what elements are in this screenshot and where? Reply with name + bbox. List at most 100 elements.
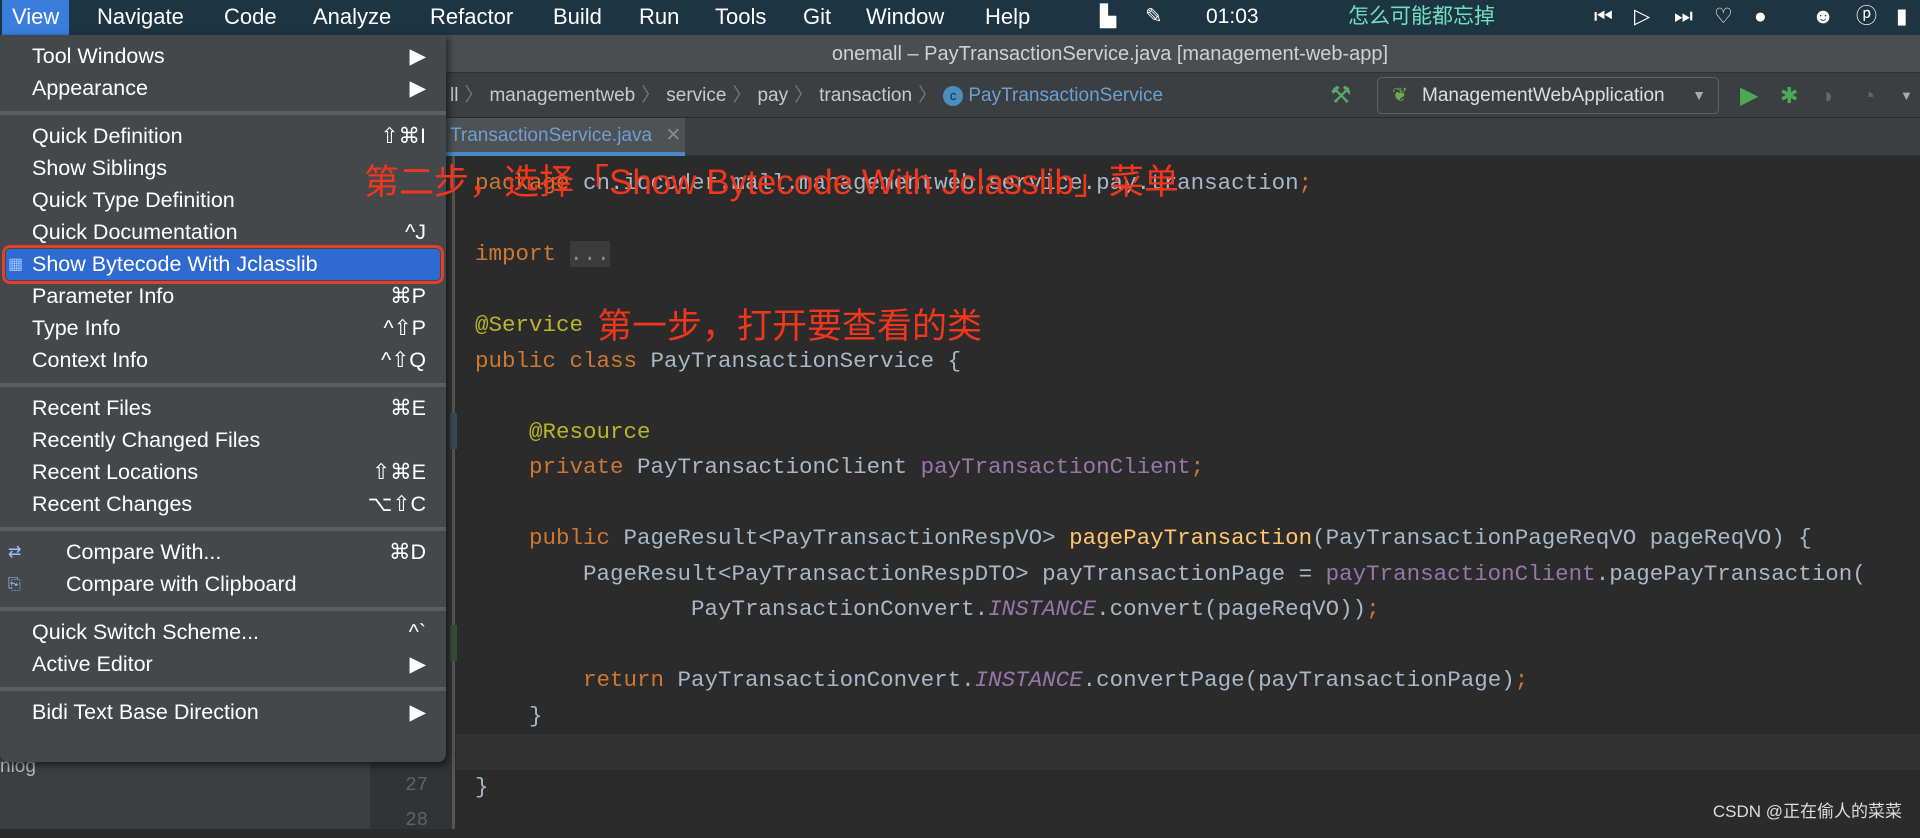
close-tab-icon[interactable]: ✕ xyxy=(665,125,681,146)
heart-icon[interactable]: ♡ xyxy=(1714,0,1733,33)
tab-label: TransactionService.java xyxy=(450,125,653,146)
line-number: 28 xyxy=(405,809,428,831)
display-icon[interactable]: ▙ xyxy=(1100,0,1116,33)
menu-item-quick-switch-scheme[interactable]: Quick Switch Scheme... ^` xyxy=(6,617,440,648)
menu-item-recent-changes[interactable]: Recent Changes ⌥⇧C xyxy=(6,489,440,520)
debug-icon[interactable]: ✱ xyxy=(1780,73,1798,118)
menu-item-recent-locations[interactable]: Recent Locations ⇧⌘E xyxy=(6,457,440,488)
stats-icon[interactable]: ▮ xyxy=(1896,0,1908,33)
code-line: @Service xyxy=(475,308,583,343)
menu-refactor[interactable]: Refactor xyxy=(420,0,523,35)
menu-separator xyxy=(0,111,446,115)
run-configuration-label: ManagementWebApplication xyxy=(1422,85,1665,106)
play-icon[interactable]: ▷ xyxy=(1634,0,1650,33)
code-token: PayTransactionService { xyxy=(637,347,962,374)
menu-shortcut: ^` xyxy=(408,620,426,644)
more-run-options-icon[interactable]: ▼ xyxy=(1900,73,1913,118)
menu-tools[interactable]: Tools xyxy=(705,0,776,35)
menu-item-quick-definition[interactable]: Quick Definition ⇧⌘I xyxy=(6,121,440,152)
menu-separator xyxy=(0,607,446,611)
profile-icon[interactable]: ◔ xyxy=(1862,73,1875,118)
next-track-icon[interactable]: ⏭ xyxy=(1674,0,1693,33)
code-line: return PayTransactionConvert.INSTANCE.co… xyxy=(475,663,1528,698)
menu-item-label: Active Editor xyxy=(32,652,153,676)
menu-analyze[interactable]: Analyze xyxy=(303,0,401,35)
code-token: PayTransactionConvert. xyxy=(664,667,975,693)
code-line: import ... xyxy=(475,237,611,272)
menu-item-type-info[interactable]: Type Info ^⇧P xyxy=(6,313,440,344)
code-token: return xyxy=(583,667,665,693)
code-line: @Resource xyxy=(475,415,651,450)
menu-shortcut: ^J xyxy=(405,220,426,244)
coverage-icon[interactable]: ◗ xyxy=(1822,73,1835,118)
annotation-step-2: 第二步，选择「Show Bytecode With Jclasslib」菜单 xyxy=(364,163,1179,202)
p-app-icon[interactable]: ⓟ xyxy=(1856,0,1877,33)
code-token: INSTANCE xyxy=(988,596,1097,622)
run-configuration-select[interactable]: ❦ ManagementWebApplication ▼ xyxy=(1377,77,1719,114)
menu-code[interactable]: Code xyxy=(214,0,287,35)
menu-item-label: Recent Files xyxy=(32,396,152,420)
code-token: (PayTransactionPageReqVO pageReqVO) { xyxy=(1312,525,1812,551)
menu-item-recently-changed-files[interactable]: Recently Changed Files xyxy=(6,425,440,456)
menu-item-label: Compare With... xyxy=(66,540,222,564)
menu-view[interactable]: View xyxy=(2,0,70,35)
menu-item-label: Quick Type Definition xyxy=(32,188,235,212)
menu-item-parameter-info[interactable]: Parameter Info ⌘P xyxy=(6,281,440,312)
code-token: payTransactionClient xyxy=(920,454,1191,480)
line-number: 27 xyxy=(405,774,428,796)
menu-item-label: Parameter Info xyxy=(32,284,175,308)
code-token: @Service xyxy=(475,312,584,338)
music-app-icon[interactable]: ● xyxy=(1754,0,1767,33)
build-hammer-icon[interactable]: ⚒ xyxy=(1330,73,1352,118)
menu-run[interactable]: Run xyxy=(629,0,689,35)
menu-build[interactable]: Build xyxy=(543,0,612,35)
menu-help[interactable]: Help xyxy=(975,0,1040,35)
menu-item-appearance[interactable]: Appearance ▶ xyxy=(6,73,440,104)
code-token: public class xyxy=(475,347,638,374)
code-token: PageResult<PayTransactionRespVO> xyxy=(610,525,1070,551)
menu-item-tool-windows[interactable]: Tool Windows ▶ xyxy=(6,41,440,72)
breadcrumb-item[interactable]: transaction xyxy=(819,85,912,106)
menu-shortcut: ⇧⌘I xyxy=(380,124,427,148)
menu-shortcut: ^⇧P xyxy=(383,316,426,340)
menu-item-show-bytecode-with-jclasslib[interactable]: ▦ Show Bytecode With Jclasslib xyxy=(2,245,444,284)
clock: 01:03 xyxy=(1206,5,1259,28)
breadcrumb-item[interactable]: service xyxy=(666,85,726,106)
menu-item-quick-documentation[interactable]: Quick Documentation ^J xyxy=(6,217,440,248)
owl-icon[interactable]: ☻ xyxy=(1812,0,1834,33)
menu-item-label: Bidi Text Base Direction xyxy=(32,700,259,724)
run-icon[interactable]: ▶ xyxy=(1740,73,1758,118)
previous-track-icon[interactable]: ⏮ xyxy=(1594,0,1613,33)
menu-navigate[interactable]: Navigate xyxy=(87,0,194,35)
code-token: } xyxy=(475,702,543,729)
code-token: PayTransactionClient xyxy=(623,454,921,480)
menu-shortcut: ⌥⇧C xyxy=(367,492,426,516)
spring-icon: ❦ xyxy=(1392,85,1408,106)
pen-icon[interactable]: ✎ xyxy=(1145,0,1163,33)
breadcrumb-item[interactable]: managementweb xyxy=(489,85,635,106)
menu-item-compare-with[interactable]: ⇄ Compare With... ⌘D xyxy=(6,537,440,568)
bytecode-icon: ▦ xyxy=(8,256,24,273)
menu-item-compare-with-clipboard[interactable]: ⎘ Compare with Clipboard xyxy=(6,569,440,600)
menu-separator xyxy=(0,687,446,691)
breadcrumb-item[interactable]: PayTransactionService xyxy=(968,85,1163,106)
menu-item-recent-files[interactable]: Recent Files ⌘E xyxy=(6,393,440,424)
class-icon: c xyxy=(943,85,964,106)
breadcrumb-item[interactable]: pay xyxy=(757,85,788,106)
menu-item-label: Compare with Clipboard xyxy=(66,572,297,596)
code-token: .convert(pageReqVO)) xyxy=(1096,596,1367,622)
menu-item-bidi-text-base-direction[interactable]: Bidi Text Base Direction ▶ xyxy=(6,697,440,728)
code-token: ; xyxy=(1514,667,1529,693)
gutter-divider xyxy=(452,156,454,829)
menu-shortcut: ⇧⌘E xyxy=(372,460,426,484)
code-token: import xyxy=(475,241,557,267)
menu-item-context-info[interactable]: Context Info ^⇧Q xyxy=(6,345,440,376)
menu-item-active-editor[interactable]: Active Editor ▶ xyxy=(6,649,440,680)
menu-window[interactable]: Window xyxy=(856,0,954,35)
menu-git[interactable]: Git xyxy=(793,0,841,35)
menu-item-label: Quick Definition xyxy=(32,124,183,148)
breadcrumb-item[interactable]: ll xyxy=(450,85,458,106)
code-token: PageResult<PayTransactionRespDTO> payTra… xyxy=(475,560,1326,587)
